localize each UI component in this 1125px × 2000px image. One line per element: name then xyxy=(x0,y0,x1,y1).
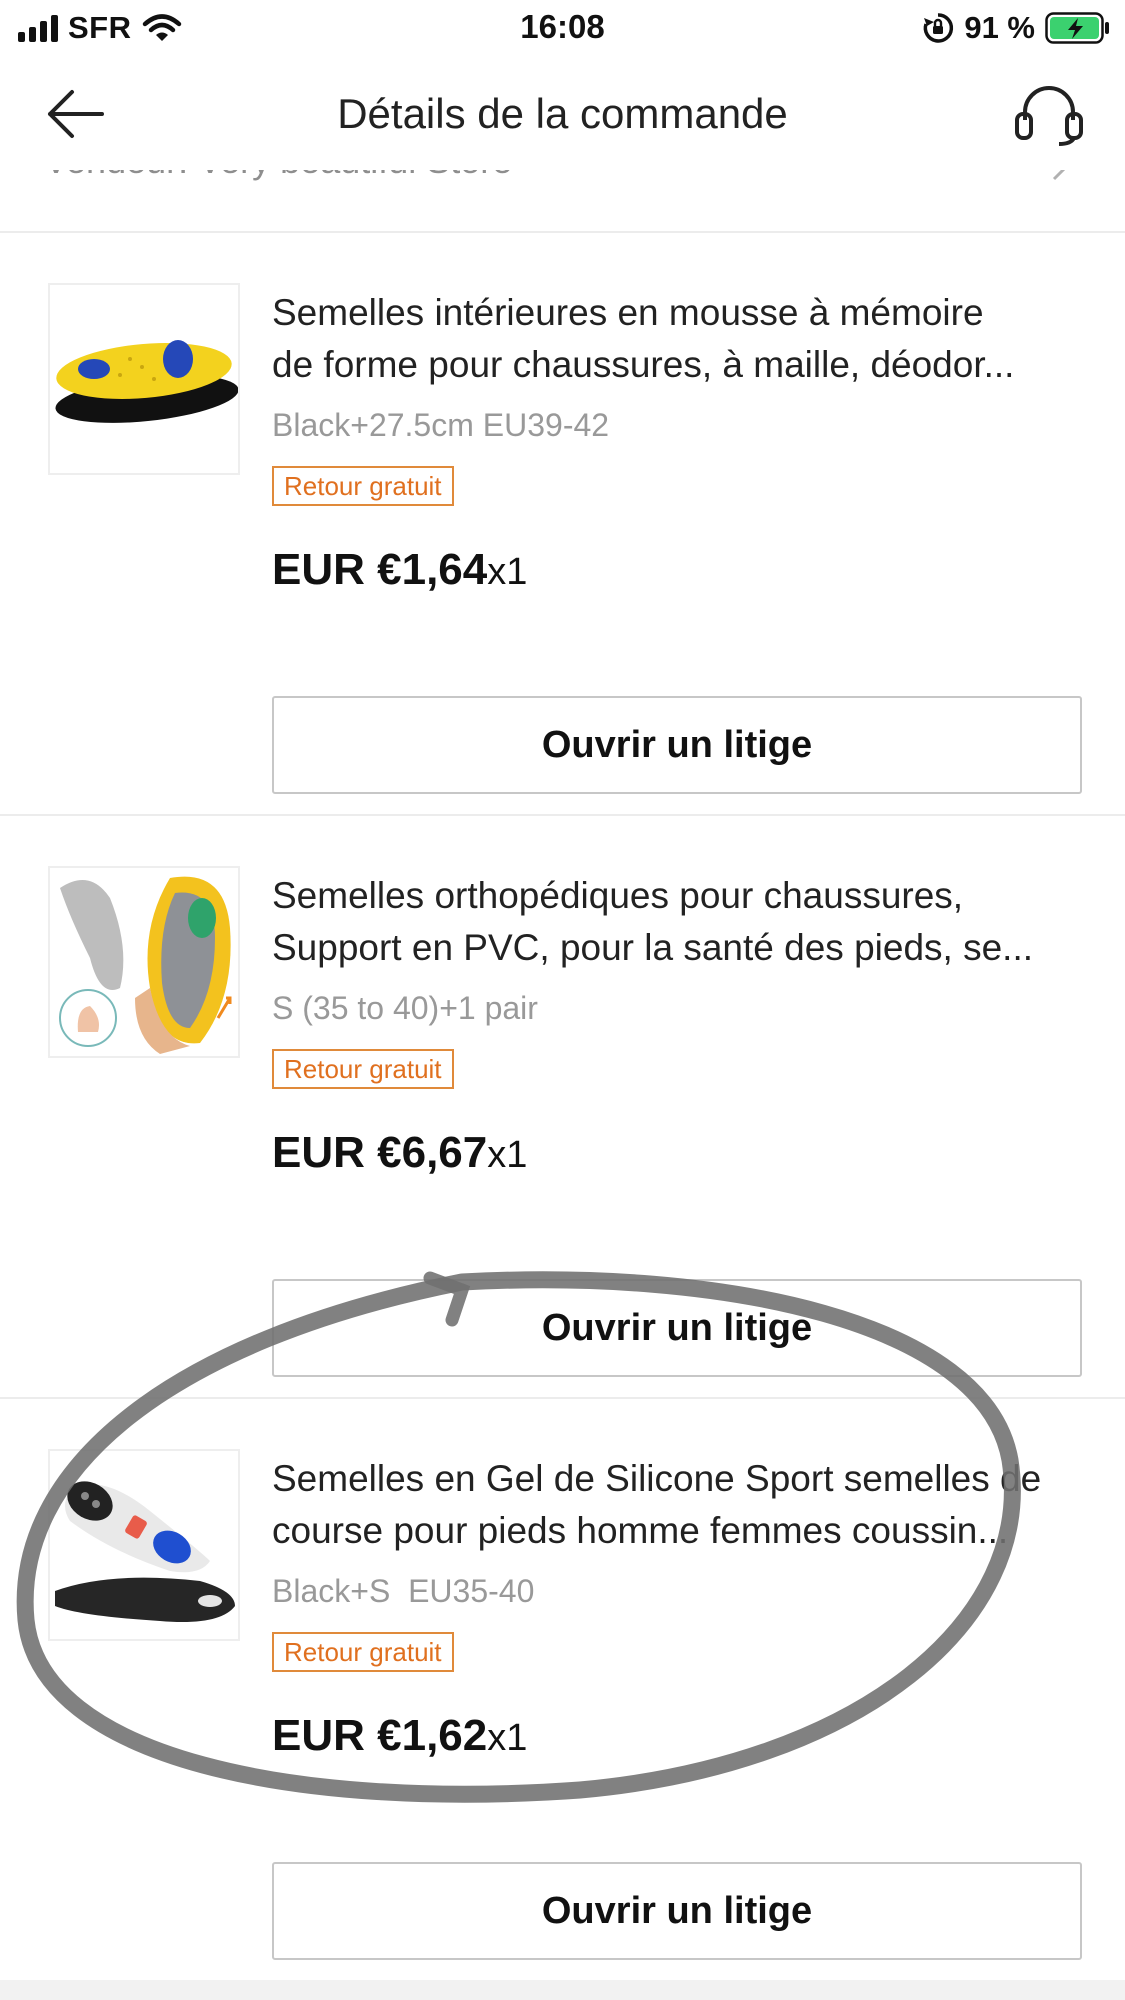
product-variant: Black+27.5cm EU39-42 xyxy=(272,407,610,443)
free-return-badge: Retour gratuit xyxy=(272,466,454,506)
order-item-3[interactable]: Semelles en Gel de Silicone Sport semell… xyxy=(0,1399,1125,1982)
product-title[interactable]: Semelles intérieures en mousse à mémoire… xyxy=(272,287,1082,391)
product-title-line-2[interactable]: de forme pour chaussures, à maille, déod… xyxy=(272,339,1082,391)
rotation-lock-icon xyxy=(923,13,954,43)
quantity: x1 xyxy=(487,1717,528,1759)
price-line: EUR €6,67x1 xyxy=(272,1128,527,1178)
quantity: x1 xyxy=(487,551,528,593)
product-title[interactable]: Semelles orthopédiques pour chaussures, … xyxy=(272,870,1082,974)
price-value: EUR €6,67 xyxy=(272,1128,488,1177)
product-title-line-2[interactable]: course pour pieds homme femmes coussin..… xyxy=(272,1505,1082,1557)
quantity: x1 xyxy=(487,1134,528,1176)
free-return-badge: Retour gratuit xyxy=(272,1049,454,1089)
product-title[interactable]: Semelles en Gel de Silicone Sport semell… xyxy=(272,1453,1082,1557)
product-variant: S (35 to 40)+1 pair xyxy=(272,990,538,1026)
price-value: EUR €1,64 xyxy=(272,545,488,594)
open-dispute-button[interactable]: Ouvrir un litige xyxy=(272,696,1082,794)
product-variant: Black+S EU35-40 xyxy=(272,1573,535,1609)
order-details-screen: SFR 16:08 91 % Vendeur: V xyxy=(0,0,1125,2000)
battery-percent: 91 % xyxy=(964,10,1035,45)
product-image-memory-foam-insoles[interactable] xyxy=(48,283,240,475)
product-image-silicone-gel-insoles[interactable] xyxy=(48,1449,240,1641)
status-bar: SFR 16:08 91 % xyxy=(0,0,1125,58)
headset-icon[interactable] xyxy=(1013,82,1085,146)
price-line: EUR €1,64x1 xyxy=(272,545,527,595)
battery-charging-icon xyxy=(1045,12,1109,44)
page-title: Détails de la commande xyxy=(337,90,788,137)
product-title-line-1[interactable]: Semelles orthopédiques pour chaussures, xyxy=(272,870,1082,922)
price-value: EUR €1,62 xyxy=(272,1711,488,1760)
product-title-line-1[interactable]: Semelles intérieures en mousse à mémoire xyxy=(272,287,1082,339)
product-title-line-1[interactable]: Semelles en Gel de Silicone Sport semell… xyxy=(272,1453,1082,1505)
nav-bar: Détails de la commande xyxy=(0,58,1125,170)
open-dispute-button[interactable]: Ouvrir un litige xyxy=(272,1279,1082,1377)
product-title-line-2[interactable]: Support en PVC, pour la santé des pieds,… xyxy=(272,922,1082,974)
bottom-background xyxy=(0,1980,1125,2000)
status-right: 91 % xyxy=(922,10,1111,46)
order-item-2[interactable]: Semelles orthopédiques pour chaussures, … xyxy=(0,816,1125,1399)
free-return-badge: Retour gratuit xyxy=(272,1632,454,1672)
open-dispute-button[interactable]: Ouvrir un litige xyxy=(272,1862,1082,1960)
order-item-1[interactable]: Semelles intérieures en mousse à mémoire… xyxy=(0,233,1125,816)
product-image-orthopedic-insoles[interactable] xyxy=(48,866,240,1058)
price-line: EUR €1,62x1 xyxy=(272,1711,527,1761)
